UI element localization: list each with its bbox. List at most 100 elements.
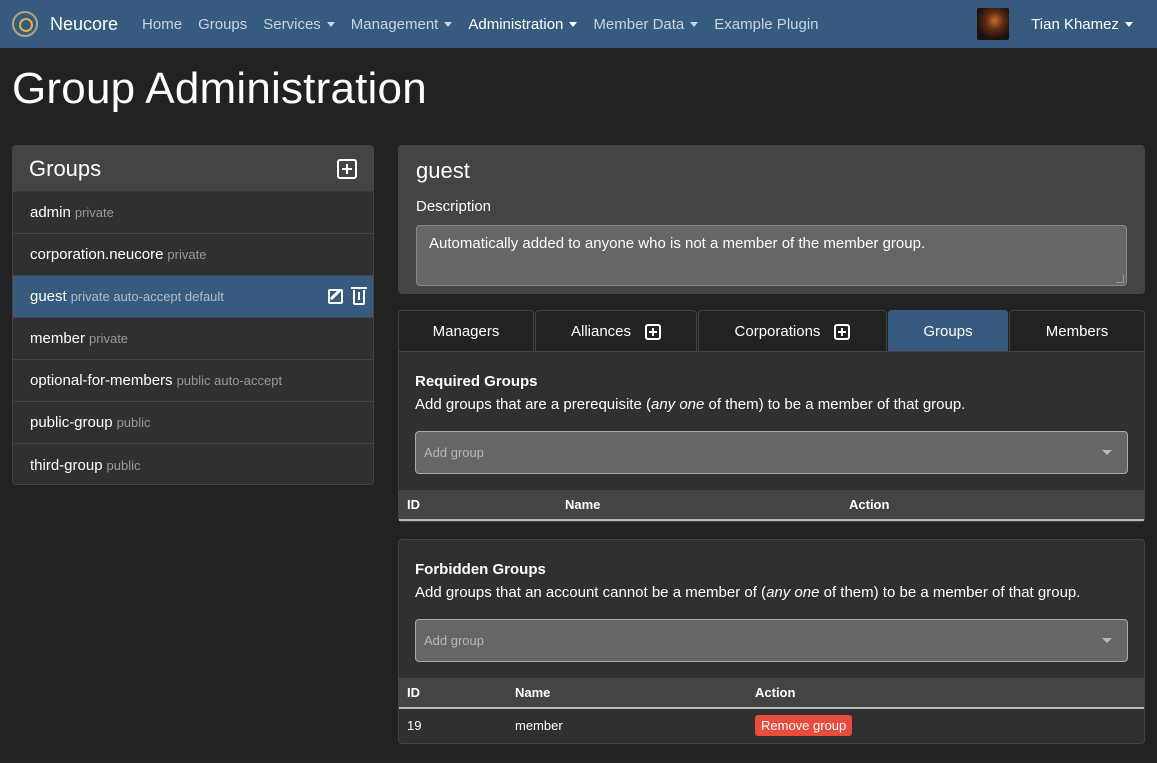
table-header-row: ID Name Action — [399, 678, 1144, 709]
forbidden-groups-help: Add groups that an account cannot be a m… — [415, 584, 1128, 601]
list-item[interactable]: optional-for-members public auto-accept — [13, 360, 373, 402]
avatar[interactable] — [977, 8, 1010, 40]
help-text: Add groups that an account cannot be a m… — [415, 584, 767, 601]
chevron-down-icon — [569, 21, 578, 27]
tab-alliances[interactable]: Alliances — [535, 310, 697, 352]
column-header-id: ID — [399, 678, 507, 709]
tab-label: Members — [1045, 323, 1109, 340]
group-tags: private auto-accept default — [70, 289, 224, 304]
nav-item-management[interactable]: Management — [343, 16, 461, 33]
tab-managers[interactable]: Managers — [398, 310, 534, 352]
tab-label: Corporations — [734, 323, 821, 340]
help-text: of them) to be a member of that group. — [819, 584, 1081, 601]
user-name: Tian Khamez — [1031, 15, 1119, 33]
group-name: third-group — [30, 456, 103, 474]
nav-label: Home — [142, 15, 183, 33]
description-textarea[interactable]: Automatically added to anyone who is not… — [416, 225, 1127, 286]
cell-action: Remove group — [747, 708, 1144, 741]
select-placeholder: Add group — [424, 445, 484, 460]
forbidden-add-group-select[interactable]: Add group — [415, 619, 1128, 662]
select-placeholder: Add group — [424, 633, 484, 648]
group-name: corporation.neucore — [30, 246, 164, 263]
group-tags: public — [106, 457, 141, 473]
forbidden-groups-title: Forbidden Groups — [415, 561, 546, 578]
neucore-logo-icon — [12, 11, 38, 37]
add-group-icon[interactable] — [337, 158, 357, 179]
forbidden-groups-table: ID Name Action 19 member Remove group — [399, 678, 1144, 741]
group-tags: public auto-accept — [176, 373, 283, 388]
chevron-down-icon — [1125, 21, 1133, 27]
group-tags: public — [116, 415, 151, 430]
nav-item-member-data[interactable]: Member Data — [585, 16, 706, 33]
cell-id: 19 — [407, 717, 422, 733]
nav-label: Administration — [468, 15, 564, 33]
nav-item-services[interactable]: Services — [255, 16, 343, 33]
groups-card: Groups admin private corporation.neucore… — [12, 145, 374, 485]
nav-item-groups[interactable]: Groups — [190, 16, 255, 33]
add-corporation-icon[interactable] — [834, 323, 851, 340]
nav-label: Groups — [198, 15, 248, 33]
tab-label: Groups — [923, 323, 973, 340]
group-name: admin — [30, 204, 71, 221]
required-groups-title: Required Groups — [415, 373, 538, 390]
list-item-active[interactable]: guest private auto-accept default — [13, 276, 373, 318]
nav-label: Management — [350, 15, 439, 33]
table-row: 19 member Remove group — [399, 708, 1144, 741]
row-actions — [318, 287, 367, 305]
add-alliance-icon[interactable] — [645, 323, 662, 340]
chevron-down-icon — [1102, 638, 1112, 643]
trash-icon[interactable] — [351, 287, 367, 305]
edit-icon[interactable] — [328, 289, 343, 304]
required-add-group-select[interactable]: Add group — [415, 431, 1128, 474]
groups-card-title: Groups — [29, 155, 102, 181]
groups-card-header: Groups — [13, 146, 373, 192]
navbar: Neucore Home Groups Services Management … — [0, 0, 1157, 48]
forbidden-groups-section: Forbidden Groups Add groups that an acco… — [398, 539, 1145, 744]
main-nav: Home Groups Services Management Administ… — [134, 16, 826, 33]
column-header-action: Action — [747, 678, 1144, 709]
user-menu: Tian Khamez — [977, 8, 1133, 40]
resize-grip-icon[interactable] — [1116, 275, 1124, 283]
list-item[interactable]: public-group public — [13, 402, 373, 444]
nav-label: Services — [263, 15, 321, 33]
group-detail-card: guest Description Automatically added to… — [398, 145, 1145, 294]
required-groups-table: ID Name Action — [399, 490, 1144, 521]
user-dropdown[interactable]: Tian Khamez — [1031, 16, 1133, 33]
chevron-down-icon — [326, 21, 335, 27]
group-tags: private — [167, 247, 207, 262]
group-name: member — [30, 330, 86, 347]
group-detail-title: guest — [416, 158, 470, 183]
help-text: Add groups that are a prerequisite ( — [415, 396, 651, 413]
group-tags: private — [74, 205, 114, 220]
table-header-row: ID Name Action — [399, 490, 1144, 521]
nav-item-home[interactable]: Home — [134, 16, 190, 33]
detail-tabs: Managers Alliances Corporations Groups M… — [398, 310, 1145, 352]
tab-corporations[interactable]: Corporations — [698, 310, 887, 352]
tab-groups[interactable]: Groups — [888, 310, 1008, 352]
column-header-name: Name — [557, 490, 841, 521]
group-tags: private — [89, 331, 129, 346]
required-groups-help: Add groups that are a prerequisite (any … — [415, 396, 1128, 413]
list-item[interactable]: third-group public — [13, 444, 373, 484]
list-item[interactable]: corporation.neucore private — [13, 234, 373, 276]
column-header-action: Action — [841, 490, 1144, 521]
tab-label: Alliances — [570, 323, 632, 340]
description-label: Description — [416, 198, 492, 215]
tab-label: Managers — [432, 323, 500, 340]
chevron-down-icon — [444, 21, 453, 27]
column-header-id: ID — [399, 490, 557, 521]
nav-label: Example Plugin — [714, 15, 819, 33]
list-item[interactable]: member private — [13, 318, 373, 360]
cell-name: member — [515, 717, 563, 733]
list-item[interactable]: admin private — [13, 192, 373, 234]
brand[interactable]: Neucore — [12, 11, 118, 37]
nav-item-administration[interactable]: Administration — [460, 16, 585, 33]
tab-members[interactable]: Members — [1009, 310, 1145, 352]
chevron-down-icon — [690, 21, 699, 27]
nav-label: Member Data — [593, 15, 685, 33]
required-groups-section: Required Groups Add groups that are a pr… — [398, 351, 1145, 522]
column-header-name: Name — [507, 678, 747, 709]
nav-item-example-plugin[interactable]: Example Plugin — [706, 16, 826, 33]
remove-group-button[interactable]: Remove group — [755, 714, 853, 736]
help-text: of them) to be a member of that group. — [704, 396, 966, 413]
